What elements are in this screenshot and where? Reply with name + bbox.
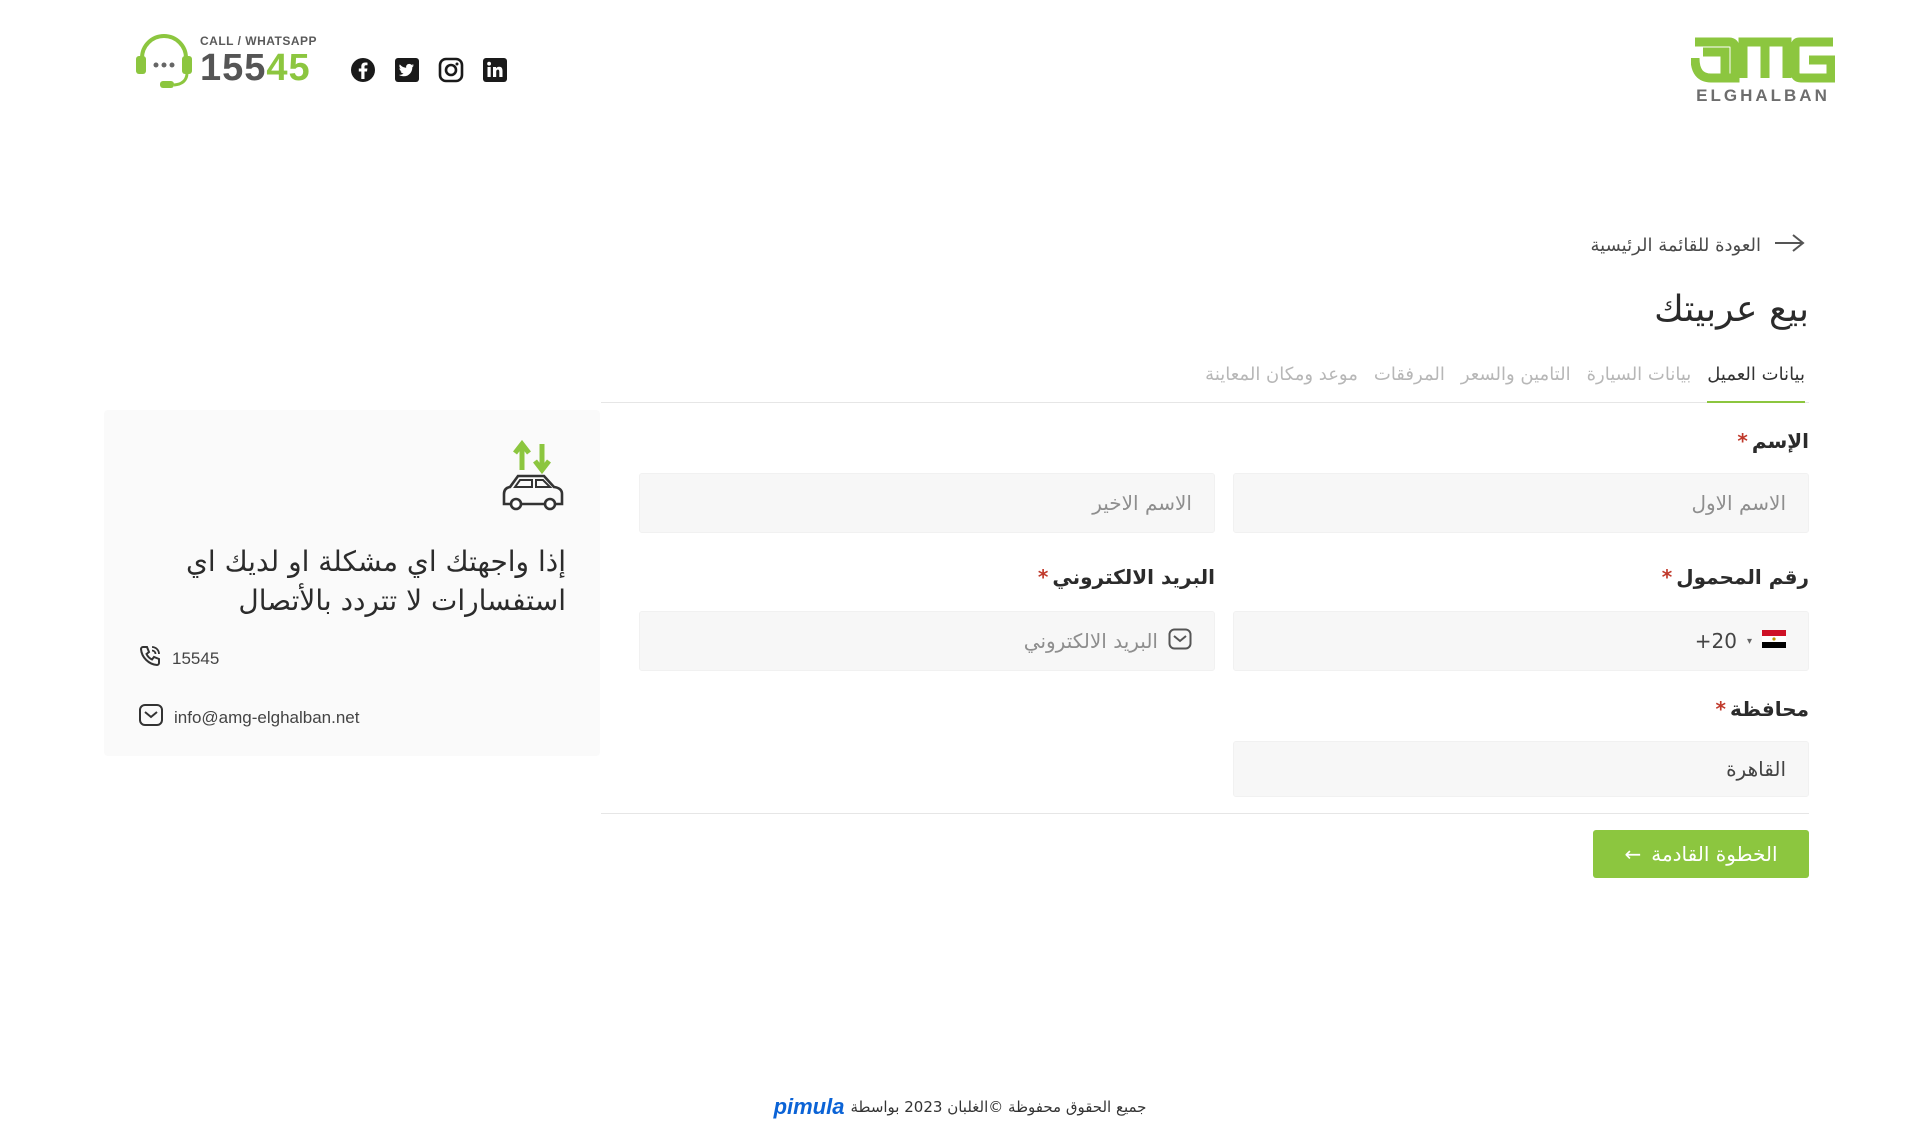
pimula-brand-link[interactable]: pimula xyxy=(774,1096,845,1118)
tab-customer-data[interactable]: بيانات العميل xyxy=(1707,358,1805,403)
required-mark: * xyxy=(1737,429,1748,453)
email-label: البريد الالكتروني* xyxy=(639,563,1215,591)
email-placeholder: البريد الالكتروني xyxy=(1023,629,1158,653)
last-name-input[interactable]: الاسم الاخير xyxy=(639,473,1215,533)
sell-car-form: العودة للقائمة الرئيسية بيع عربيتك بيانا… xyxy=(601,230,1809,878)
support-phone-text: 15545 xyxy=(172,648,220,668)
hotline-widget[interactable]: CALL / WHATSAPP 15545 xyxy=(134,28,317,94)
phone-label: رقم المحمول* xyxy=(1233,563,1809,591)
required-mark: * xyxy=(1661,565,1673,589)
linkedin-icon[interactable] xyxy=(482,57,508,83)
first-name-input[interactable]: الاسم الاول xyxy=(1233,473,1809,533)
egypt-flag-icon[interactable] xyxy=(1762,629,1786,653)
twitter-icon[interactable] xyxy=(394,57,420,83)
arrow-right-icon xyxy=(1773,233,1805,258)
support-message: إذا واجهتك اي مشكلة او لديك اي استفسارات… xyxy=(185,545,566,617)
required-mark: * xyxy=(1037,565,1049,589)
mail-icon xyxy=(138,703,164,732)
logo-subtitle: ELGHALBAN xyxy=(1696,86,1830,105)
page-title: بيع عربيتك xyxy=(1654,289,1809,330)
hotline-caption: CALL / WHATSAPP xyxy=(200,34,318,48)
headset-icon xyxy=(134,28,194,94)
facebook-icon[interactable] xyxy=(350,57,376,83)
name-label-text: الإسم xyxy=(1751,429,1809,453)
tab-inspection-appointment[interactable]: موعد ومكان المعاينة xyxy=(1205,358,1358,403)
arrow-left-icon: ← xyxy=(1624,842,1642,866)
instagram-icon[interactable] xyxy=(438,57,464,83)
governorate-label: محافظة* xyxy=(601,695,1809,723)
tab-attachments[interactable]: المرفقات xyxy=(1374,358,1445,403)
email-label-text: البريد الالكتروني xyxy=(1052,565,1215,589)
support-email-text: info@amg-elghalban.net xyxy=(174,707,360,727)
footer: جميع الحقوق محفوظة ©الغلبان 2023 بواسطة … xyxy=(0,1096,1920,1118)
governorate-label-text: محافظة xyxy=(1729,697,1809,721)
support-phone[interactable]: 15545 xyxy=(138,644,566,673)
hotline-number[interactable]: 15545 xyxy=(200,48,317,88)
tab-insurance-price[interactable]: التامين والسعر xyxy=(1461,358,1571,403)
name-label: الإسم* xyxy=(601,427,1809,455)
support-email[interactable]: info@amg-elghalban.net xyxy=(138,703,566,732)
hotline-number-start: 155 xyxy=(200,47,267,89)
back-link-label: العودة للقائمة الرئيسية xyxy=(1590,234,1761,256)
form-divider xyxy=(601,813,1809,814)
country-code-caret[interactable]: ▾ xyxy=(1747,636,1752,647)
tab-car-data[interactable]: بيانات السيارة xyxy=(1587,358,1692,403)
governorate-value: القاهرة xyxy=(1726,757,1786,781)
next-step-button[interactable]: الخطوة القادمة ← xyxy=(1593,830,1809,878)
hotline-number-end: 45 xyxy=(266,47,311,89)
last-name-placeholder: الاسم الاخير xyxy=(1092,491,1192,515)
social-links xyxy=(350,57,508,83)
copyright-text: جميع الحقوق محفوظة ©الغلبان 2023 بواسطة xyxy=(850,1098,1147,1116)
mail-icon xyxy=(1168,628,1192,655)
phone-input[interactable]: ▾ +20 xyxy=(1233,611,1809,671)
amg-logo-mark xyxy=(1690,37,1836,83)
form-steps-tabs: بيانات العميل بيانات السيارة التامين وال… xyxy=(601,358,1809,403)
car-trade-icon xyxy=(498,439,566,518)
first-name-placeholder: الاسم الاول xyxy=(1691,491,1786,515)
phone-icon xyxy=(138,644,162,673)
support-card: إذا واجهتك اي مشكلة او لديك اي استفسارات… xyxy=(104,410,600,756)
site-logo[interactable]: ELGHALBAN xyxy=(1690,28,1836,106)
country-code: +20 xyxy=(1694,629,1737,653)
required-mark: * xyxy=(1715,697,1726,721)
back-to-home-link[interactable]: العودة للقائمة الرئيسية xyxy=(601,230,1809,260)
phone-label-text: رقم المحمول xyxy=(1676,565,1809,589)
next-step-label: الخطوة القادمة xyxy=(1651,842,1778,866)
email-input[interactable]: البريد الالكتروني xyxy=(639,611,1215,671)
governorate-select[interactable]: القاهرة xyxy=(1233,741,1809,797)
